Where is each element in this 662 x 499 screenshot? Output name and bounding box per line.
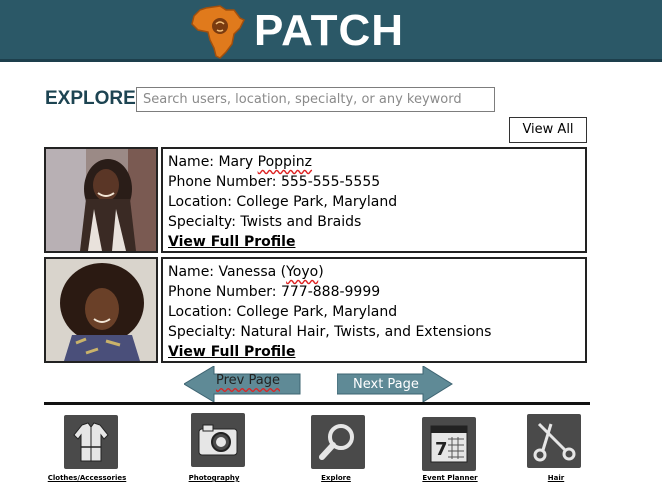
view-all-button[interactable]: View All [509, 117, 587, 143]
category-clothes-button[interactable] [64, 415, 118, 469]
profile-location: Location: College Park, Maryland [168, 194, 398, 210]
view-full-profile-link[interactable]: View Full Profile [168, 342, 580, 362]
profile-nickname: Poppinz [257, 154, 313, 170]
category-hair-label[interactable]: Hair [548, 474, 564, 482]
profile-phone: Phone Number: 777-888-9999 [168, 284, 381, 300]
profile-photo-image [46, 259, 156, 361]
calendar-icon: 7 [430, 425, 468, 463]
profile-nickname: Yoyo [286, 264, 319, 280]
category-event-planner-button[interactable]: 7 [422, 417, 476, 471]
profile-name: Name: Mary Poppinz [168, 154, 313, 170]
magnifier-icon [319, 424, 354, 460]
africa-map-logo[interactable] [190, 4, 246, 60]
profile-specialty: Specialty: Natural Hair, Twists, and Ext… [168, 324, 492, 340]
coat-icon [73, 422, 109, 462]
category-explore-button[interactable] [311, 415, 365, 469]
profile-location: Location: College Park, Maryland [168, 304, 398, 320]
profile-photo-image [46, 149, 156, 251]
category-photography-label[interactable]: Photography [189, 474, 240, 482]
scissors-icon [533, 422, 576, 462]
view-full-profile-link[interactable]: View Full Profile [168, 232, 580, 252]
app-header: PATCH [0, 0, 662, 62]
explore-heading: EXPLORE [45, 88, 136, 109]
category-clothes-label[interactable]: Clothes/Accessories [48, 474, 127, 482]
profile-phone: Phone Number: 555-555-5555 [168, 174, 381, 190]
profile-card: Name: Mary Poppinz Phone Number: 555-555… [161, 147, 587, 253]
app-title: PATCH [254, 6, 405, 55]
profile-name: Name: Vanessa (Yoyo) [168, 264, 324, 280]
section-divider [44, 402, 590, 405]
profile-specialty: Specialty: Twists and Braids [168, 214, 362, 230]
category-event-planner-label[interactable]: Event Planner [422, 474, 477, 482]
profile-photo[interactable] [44, 147, 158, 253]
category-hair-button[interactable] [527, 414, 581, 468]
category-explore-label[interactable]: Explore [321, 474, 351, 482]
profile-card: Name: Vanessa (Yoyo) Phone Number: 777-8… [161, 257, 587, 363]
search-input[interactable] [136, 87, 495, 112]
camera-icon [198, 424, 238, 456]
svg-text:7: 7 [435, 439, 448, 460]
category-photography-button[interactable] [191, 413, 245, 467]
prev-page-label[interactable]: Prev Page [216, 373, 280, 388]
next-page-label[interactable]: Next Page [353, 377, 419, 392]
profile-photo[interactable] [44, 257, 158, 363]
